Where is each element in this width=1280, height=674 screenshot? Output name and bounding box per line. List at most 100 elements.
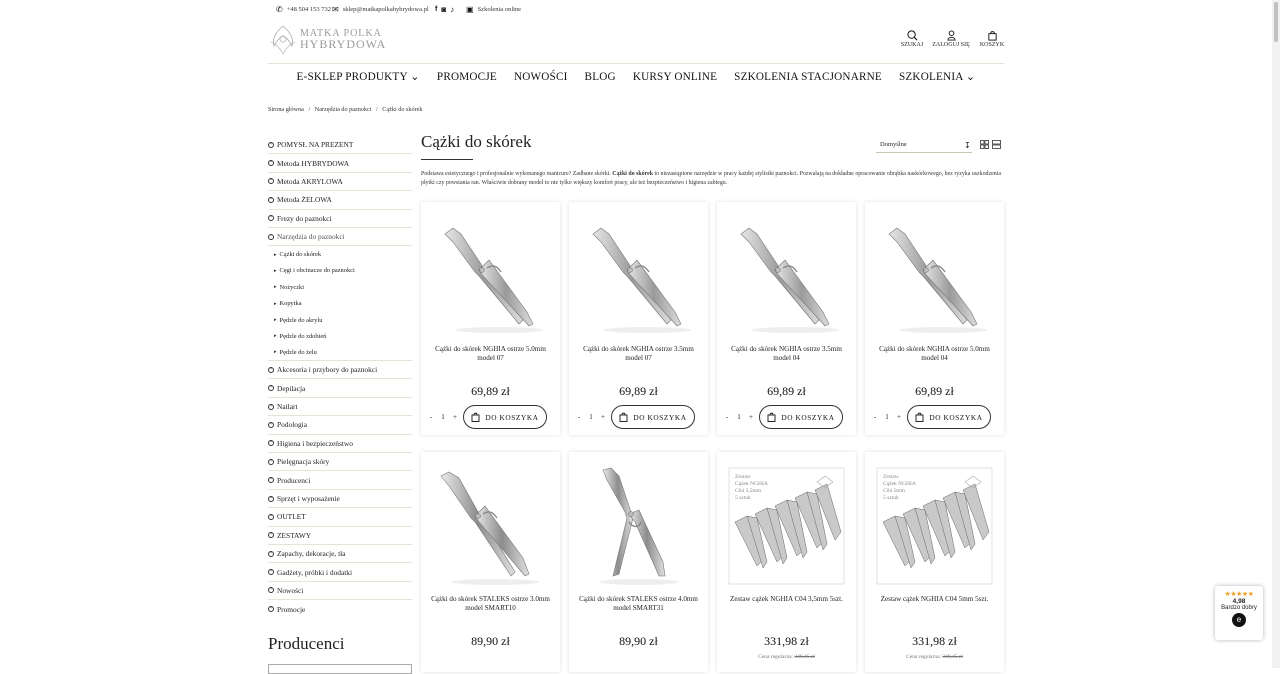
- product-name[interactable]: Zestaw cążek NGHIA C04 3,5mm 5szt.: [723, 595, 850, 604]
- plus-icon[interactable]: +: [268, 550, 274, 557]
- qty-input[interactable]: 1: [585, 413, 597, 421]
- plus-icon[interactable]: +: [268, 403, 274, 410]
- breadcrumb-tools[interactable]: Narzędzia do paznokci: [315, 106, 372, 113]
- qty-minus-button[interactable]: -: [871, 413, 879, 421]
- sidebar-subitem-pushers[interactable]: ▸ Kopytka: [268, 296, 412, 312]
- product-card[interactable]: Cążki do skórek STALEKS ostrze 4.0mm mod…: [569, 452, 708, 672]
- review-badge[interactable]: ★★★★★ 4,98 Bardzo dobry e: [1215, 586, 1263, 640]
- plus-icon[interactable]: +: [268, 532, 274, 539]
- list-view-icon[interactable]: [992, 140, 1001, 149]
- plus-icon[interactable]: +: [268, 569, 274, 576]
- product-card[interactable]: Cążki do skórek NGHIA ostrze 5.0mm model…: [865, 202, 1004, 435]
- sidebar-item-accessories[interactable]: + Akcesoria i przybory do paznokci: [268, 361, 412, 380]
- sort-select[interactable]: Domyślne: [876, 139, 972, 153]
- nav-news[interactable]: NOWOŚCI: [514, 71, 568, 83]
- sidebar-item-nailart[interactable]: + Nailart: [268, 398, 412, 417]
- sidebar-subitem-clippers[interactable]: ▸ Cęgi i obcinacze do paznokci: [268, 263, 412, 279]
- product-card[interactable]: Zestaw Cążek NGHIA C04 5mm 5 sztuk Zesta…: [865, 452, 1004, 672]
- sidebar-item-gel[interactable]: + Metoda ŻELOWA: [268, 191, 412, 210]
- sidebar-item-skincare[interactable]: + Pielęgnacja skóry: [268, 453, 412, 472]
- qty-plus-button[interactable]: +: [451, 413, 459, 421]
- plus-icon[interactable]: +: [268, 513, 274, 520]
- sidebar-subitem-gel-brushes[interactable]: ▸ Pędzle do żelu: [268, 345, 412, 362]
- facebook-icon[interactable]: f: [435, 6, 437, 13]
- qty-input[interactable]: 1: [733, 413, 745, 421]
- plus-icon[interactable]: +: [268, 495, 274, 502]
- add-to-cart-button[interactable]: DO KOSZYKA: [759, 405, 843, 429]
- sidebar-item-podology[interactable]: + Podologia: [268, 416, 412, 435]
- plus-icon[interactable]: +: [268, 385, 274, 392]
- nav-promotions[interactable]: PROMOCJE: [437, 71, 497, 83]
- nav-shop[interactable]: E-SKLEP PRODUKTY ⌄: [296, 70, 419, 83]
- plus-icon[interactable]: +: [268, 178, 274, 185]
- grid-view-icon[interactable]: [980, 140, 989, 149]
- plus-icon[interactable]: +: [268, 421, 274, 428]
- product-name[interactable]: Zestaw cążek NGHIA C04 5mm 5szt.: [871, 595, 998, 604]
- nav-onsite-training[interactable]: SZKOLENIA STACJONARNE: [734, 71, 882, 83]
- plus-icon[interactable]: +: [268, 606, 274, 613]
- sidebar-item-new[interactable]: + Nowości: [268, 582, 412, 601]
- plus-icon[interactable]: +: [268, 141, 274, 148]
- page-scrollbar[interactable]: [1272, 0, 1280, 668]
- add-to-cart-button[interactable]: DO KOSZYKA: [611, 405, 695, 429]
- qty-minus-button[interactable]: -: [723, 413, 731, 421]
- plus-icon[interactable]: +: [268, 477, 274, 484]
- search-button[interactable]: SZUKAJ: [892, 30, 932, 48]
- sidebar-item-depilation[interactable]: + Depilacja: [268, 379, 412, 398]
- qty-minus-button[interactable]: -: [575, 413, 583, 421]
- plus-icon[interactable]: +: [268, 196, 274, 203]
- qty-input[interactable]: 1: [437, 413, 449, 421]
- email-link[interactable]: ✉ sklep@matkapolkahybrydowa.pl: [332, 5, 429, 14]
- sidebar-item-equipment[interactable]: + Sprzęt i wyposażenie: [268, 490, 412, 509]
- add-to-cart-button[interactable]: DO KOSZYKA: [907, 405, 991, 429]
- product-name[interactable]: Cążki do skórek STALEKS ostrze 3.0mm mod…: [427, 595, 554, 614]
- product-card[interactable]: Cążki do skórek NGHIA ostrze 5.0mm model…: [421, 202, 560, 435]
- tiktok-icon[interactable]: ♪: [450, 5, 454, 14]
- breadcrumb-home[interactable]: Strona główna: [268, 106, 304, 113]
- sidebar-subitem-cuticle-nippers[interactable]: ▸ Cążki do skórek: [268, 246, 412, 262]
- sidebar-item-drill-bits[interactable]: + Frezy do paznokci: [268, 210, 412, 228]
- plus-icon[interactable]: +: [268, 458, 274, 465]
- sidebar-item-outlet[interactable]: + OUTLET: [268, 508, 412, 527]
- nav-online-courses[interactable]: KURSY ONLINE: [633, 71, 717, 83]
- online-training-link[interactable]: ▣ Szkolenia online: [466, 5, 521, 14]
- product-card[interactable]: Cążki do skórek STALEKS ostrze 3.0mm mod…: [421, 452, 560, 672]
- plus-icon[interactable]: +: [268, 366, 274, 373]
- sidebar-item-tools[interactable]: − Narzędzia do paznokci: [268, 228, 412, 247]
- phone-link[interactable]: ✆ +48 504 153 732: [276, 5, 331, 14]
- minus-icon[interactable]: −: [268, 233, 274, 240]
- qty-input[interactable]: 1: [881, 413, 893, 421]
- sidebar-item-scents[interactable]: + Zapachy, dekoracje, tła: [268, 545, 412, 564]
- sidebar-item-producers[interactable]: + Producenci: [268, 471, 412, 490]
- login-button[interactable]: ZALOGUJ SIĘ: [931, 30, 971, 48]
- sidebar-subitem-acrylic-brushes[interactable]: ▸ Pędzle do akrylu: [268, 312, 412, 328]
- cart-button[interactable]: KOSZYK: [972, 30, 1012, 48]
- plus-icon[interactable]: +: [268, 440, 274, 447]
- product-card[interactable]: Cążki do skórek NGHIA ostrze 3.5mm model…: [717, 202, 856, 435]
- sidebar-subitem-art-brushes[interactable]: ▸ Pędzle do zdobień: [268, 328, 412, 344]
- qty-plus-button[interactable]: +: [747, 413, 755, 421]
- product-card[interactable]: Zestaw Cążek NGHIA C04 3,5mm 5 sztuk Zes…: [717, 452, 856, 672]
- qty-plus-button[interactable]: +: [895, 413, 903, 421]
- qty-minus-button[interactable]: -: [427, 413, 435, 421]
- nav-blog[interactable]: BLOG: [585, 71, 616, 83]
- site-logo[interactable]: MATKA POLKA HYBRYDOWA: [268, 24, 385, 58]
- sort-direction-icon[interactable]: ↧: [964, 141, 971, 150]
- product-name[interactable]: Cążki do skórek NGHIA ostrze 3.5mm model…: [575, 345, 702, 364]
- instagram-icon[interactable]: ◙: [441, 5, 446, 14]
- add-to-cart-button[interactable]: DO KOSZYKA: [463, 405, 547, 429]
- sidebar-item-hygiene[interactable]: + Higiena i bezpieczeństwo: [268, 435, 412, 454]
- sidebar-item-gadgets[interactable]: + Gadżety, próbki i dodatki: [268, 563, 412, 582]
- sidebar-item-promotions[interactable]: + Promocje: [268, 600, 412, 618]
- product-name[interactable]: Cążki do skórek NGHIA ostrze 3.5mm model…: [723, 345, 850, 364]
- plus-icon[interactable]: +: [268, 215, 274, 222]
- nav-training[interactable]: SZKOLENIA ⌄: [899, 70, 976, 83]
- sidebar-item-hybrid[interactable]: + Metoda HYBRYDOWA: [268, 154, 412, 173]
- sidebar-subitem-scissors[interactable]: ▸ Nożyczki: [268, 279, 412, 295]
- product-name[interactable]: Cążki do skórek NGHIA ostrze 5.0mm model…: [427, 345, 554, 364]
- product-card[interactable]: Cążki do skórek NGHIA ostrze 3.5mm model…: [569, 202, 708, 435]
- sidebar-item-sets[interactable]: + ZESTAWY: [268, 527, 412, 545]
- sidebar-item-acrylic[interactable]: + Metoda AKRYLOWA: [268, 173, 412, 192]
- product-name[interactable]: Cążki do skórek NGHIA ostrze 5.0mm model…: [871, 345, 998, 364]
- product-name[interactable]: Cążki do skórek STALEKS ostrze 4.0mm mod…: [575, 595, 702, 614]
